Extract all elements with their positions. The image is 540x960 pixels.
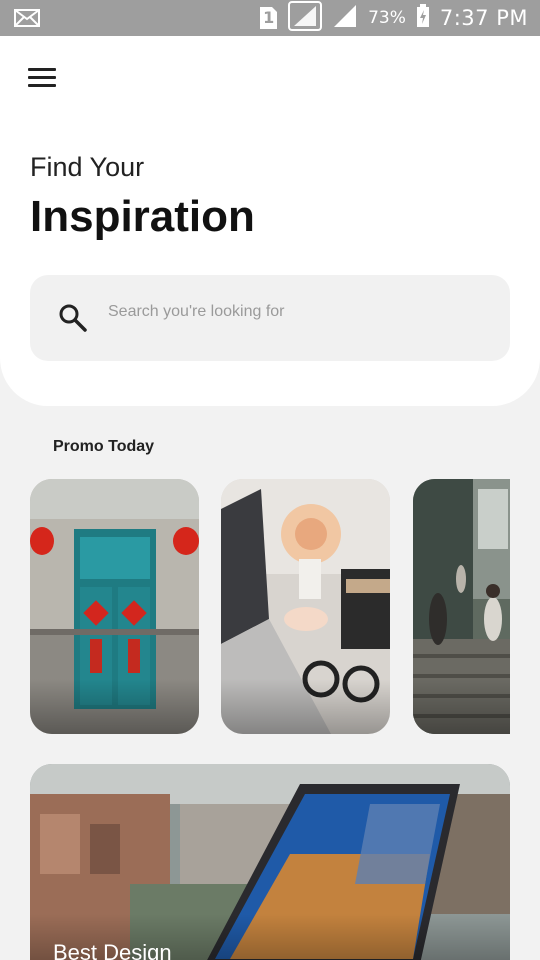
promo-card[interactable] (413, 479, 510, 734)
mail-icon (14, 9, 40, 32)
feature-title: Best Design (53, 940, 172, 960)
signal-icon (288, 0, 323, 36)
promo-carousel[interactable] (30, 479, 510, 734)
clock: 7:37 PM (439, 6, 528, 30)
search-bar[interactable] (30, 275, 510, 361)
promo-card[interactable] (30, 479, 199, 734)
status-bar: 1 73% 7:37 PM (0, 0, 540, 36)
sim-label: 1 (263, 8, 275, 27)
search-icon[interactable] (58, 303, 88, 333)
signal-icon (332, 3, 358, 34)
hamburger-menu-icon[interactable] (28, 68, 56, 88)
sim-icon: 1 (258, 6, 278, 30)
section-title-promo: Promo Today (53, 438, 155, 455)
battery-charging-icon (416, 3, 430, 33)
battery-percent: 73% (368, 8, 406, 28)
header-sheet: Find Your Inspiration (0, 36, 540, 406)
promo-card[interactable] (221, 479, 390, 734)
search-input[interactable] (108, 297, 488, 327)
page-title: Inspiration (30, 192, 255, 241)
feature-card[interactable]: Best Design (30, 764, 510, 960)
page-subtitle: Find Your (30, 152, 145, 182)
